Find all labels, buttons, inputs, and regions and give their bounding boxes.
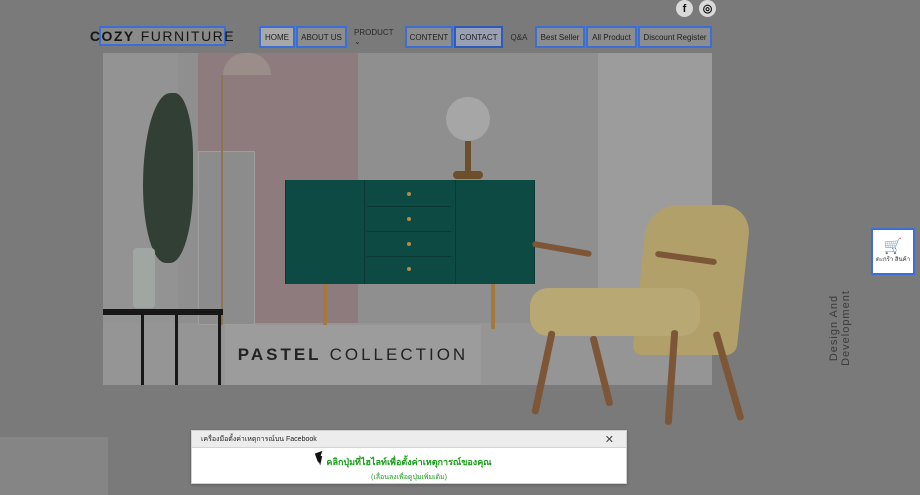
- nav-qa[interactable]: Q&A: [507, 26, 531, 48]
- nav-best-seller[interactable]: Best Seller: [535, 26, 585, 48]
- cart-label: ตะกร้า สินค้า: [875, 257, 911, 263]
- site-logo[interactable]: COZY FURNITURE: [90, 26, 234, 46]
- lamp-pole: [221, 75, 223, 325]
- cabinet-knob: [407, 192, 411, 196]
- side-table-leg: [218, 315, 221, 385]
- popup-instruction: คลิกปุ่มที่ไฮไลท์เพื่อตั้งค่าเหตุการณ์ขอ…: [326, 457, 492, 467]
- popup-title: เครื่องมือตั้งค่าเหตุการณ์บน Facebook: [201, 435, 317, 443]
- chair-seat: [530, 288, 700, 336]
- nav-home[interactable]: HOME: [259, 26, 295, 48]
- hero-cabinet: [285, 180, 535, 284]
- side-table-leg: [141, 315, 144, 385]
- globe-stand: [465, 141, 471, 171]
- caption-bold: PASTEL: [237, 345, 322, 364]
- logo-furniture: FURNITURE: [140, 28, 236, 44]
- facebook-icon[interactable]: f: [676, 0, 693, 17]
- cart-icon: 🛒: [883, 238, 903, 255]
- hero-vase: [133, 248, 155, 308]
- logo-cozy: COZY: [89, 28, 135, 44]
- hero-globe: [446, 97, 490, 141]
- close-icon[interactable]: ✕: [605, 433, 614, 446]
- hero-marble-slab: [198, 151, 255, 325]
- popup-header: เครื่องมือตั้งค่าเหตุการณ์บน Facebook ✕: [192, 431, 626, 448]
- cart-button[interactable]: 🛒 ตะกร้า สินค้า: [871, 228, 915, 275]
- social-links: f ◎: [676, 0, 716, 17]
- hero-plant: [143, 93, 193, 263]
- cabinet-knob: [407, 242, 411, 246]
- globe-base: [453, 171, 483, 179]
- nav-about[interactable]: ABOUT US: [296, 26, 347, 48]
- cabinet-door: [455, 180, 535, 284]
- side-table: [103, 309, 223, 315]
- hero-caption: PASTEL COLLECTION: [225, 325, 481, 385]
- facebook-event-setup-popup: เครื่องมือตั้งค่าเหตุการณ์บน Facebook ✕ …: [191, 430, 627, 484]
- nav-all-product[interactable]: All Product: [586, 26, 637, 48]
- nav-contact[interactable]: CONTACT: [454, 26, 503, 48]
- popup-hint: (เลื่อนลงเพื่อดูปุ่มเพิ่มเติม): [370, 474, 448, 481]
- cabinet-door: [285, 180, 365, 284]
- side-table-leg: [175, 315, 178, 385]
- side-tagline: Design And Development: [828, 290, 852, 366]
- main-nav: COZY FURNITURE HOME ABOUT US PRODUCT ⌄ C…: [0, 26, 920, 48]
- cabinet-leg: [491, 284, 495, 329]
- bottom-left-panel: [0, 437, 108, 495]
- nav-product[interactable]: PRODUCT ⌄: [352, 26, 398, 48]
- cabinet-leg: [323, 284, 327, 329]
- cabinet-knob: [407, 217, 411, 221]
- nav-content[interactable]: CONTENT: [405, 26, 453, 48]
- instagram-icon[interactable]: ◎: [699, 0, 716, 17]
- caption-rest: COLLECTION: [329, 345, 469, 364]
- nav-discount-register[interactable]: Discount Register: [638, 26, 712, 48]
- cabinet-knob: [407, 267, 411, 271]
